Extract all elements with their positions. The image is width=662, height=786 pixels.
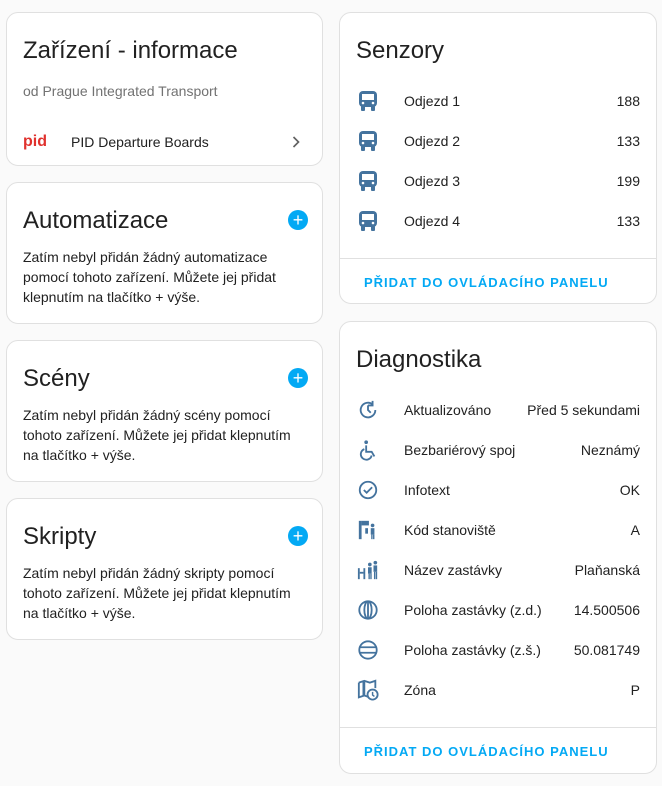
bus-icon <box>356 89 380 113</box>
sensor-row[interactable]: Odjezd 4 133 <box>356 201 640 241</box>
sensor-value: 133 <box>616 213 640 229</box>
diagnostics-divider <box>340 727 656 728</box>
update-icon <box>356 398 380 422</box>
sensor-label: Odjezd 2 <box>404 133 461 149</box>
integration-name: PID Departure Boards <box>71 134 209 150</box>
add-scene-button[interactable]: + <box>288 368 308 388</box>
bus-icon <box>356 129 380 153</box>
sensor-value: 133 <box>616 133 640 149</box>
diagnostic-value: 14.500506 <box>573 602 640 618</box>
diagnostic-row[interactable]: Název zastávky Plaňanská <box>356 550 640 590</box>
diagnostic-value: 50.081749 <box>573 642 640 658</box>
manufacturer-text: od Prague Integrated Transport <box>23 83 218 99</box>
sensors-title: Senzory <box>356 37 445 64</box>
scenes-title: Scény <box>23 365 90 392</box>
sensors-add-to-dashboard-button[interactable]: PŘIDAT DO OVLÁDACÍHO PANELU <box>364 275 609 290</box>
sensor-row[interactable]: Odjezd 3 199 <box>356 161 640 201</box>
diagnostic-label: Název zastávky <box>404 562 503 578</box>
device-info-title: Zařízení - informace <box>23 37 238 64</box>
bus-icon <box>356 169 380 193</box>
diagnostic-label: Bezbariérový spoj <box>404 442 516 458</box>
wheelchair-icon <box>356 438 380 462</box>
diagnostic-value: P <box>630 682 640 698</box>
sensor-label: Odjezd 3 <box>404 173 461 189</box>
sensors-card: Senzory Odjezd 1 188 Odjezd 2 133 Odjezd… <box>339 12 657 304</box>
diagnostic-label: Zóna <box>404 682 436 698</box>
sensor-label: Odjezd 4 <box>404 213 461 229</box>
scripts-empty-text: Zatím nebyl přidán žádný skripty pomocí … <box>23 565 291 621</box>
scripts-title: Skripty <box>23 523 97 550</box>
diagnostic-row[interactable]: Infotext OK <box>356 470 640 510</box>
diagnostics-card: Diagnostika Aktualizováno Před 5 sekunda… <box>339 321 657 774</box>
stop-name-icon <box>356 558 380 582</box>
sensor-row[interactable]: Odjezd 1 188 <box>356 81 640 121</box>
latitude-icon <box>356 638 380 662</box>
sensors-divider <box>340 258 656 259</box>
diagnostic-row[interactable]: Zóna P <box>356 670 640 710</box>
sensor-value: 188 <box>616 93 640 109</box>
sensor-row[interactable]: Odjezd 2 133 <box>356 121 640 161</box>
diagnostic-row[interactable]: Kód stanoviště A <box>356 510 640 550</box>
longitude-icon <box>356 598 380 622</box>
scenes-empty-text: Zatím nebyl přidán žádný scény pomocí to… <box>23 407 291 463</box>
diagnostic-row[interactable]: Bezbariérový spoj Neznámý <box>356 430 640 470</box>
diagnostic-row[interactable]: Aktualizováno Před 5 sekundami <box>356 390 640 430</box>
diagnostic-row[interactable]: Poloha zastávky (z.š.) 50.081749 <box>356 630 640 670</box>
add-script-button[interactable]: + <box>288 526 308 546</box>
automations-card: Automatizace + Zatím nebyl přidán žádný … <box>6 182 323 324</box>
map-clock-icon <box>356 678 380 702</box>
stop-code-icon <box>356 518 380 542</box>
scenes-card: Scény + Zatím nebyl přidán žádný scény p… <box>6 340 323 482</box>
diagnostic-value: Plaňanská <box>574 562 640 578</box>
diagnostic-label: Poloha zastávky (z.š.) <box>404 642 541 658</box>
automations-title: Automatizace <box>23 207 169 234</box>
sensor-value: 199 <box>616 173 640 189</box>
add-automation-button[interactable]: + <box>288 210 308 230</box>
sensor-label: Odjezd 1 <box>404 93 461 109</box>
diagnostics-title: Diagnostika <box>356 346 482 373</box>
diagnostic-label: Kód stanoviště <box>404 522 496 538</box>
diagnostic-label: Aktualizováno <box>404 402 492 418</box>
diagnostic-value: OK <box>619 482 640 498</box>
scripts-card: Skripty + Zatím nebyl přidán žádný skrip… <box>6 498 323 640</box>
chevron-right-icon <box>286 132 306 152</box>
integration-link[interactable]: pid PID Departure Boards <box>23 127 306 157</box>
diagnostic-label: Infotext <box>404 482 450 498</box>
diagnostic-label: Poloha zastávky (z.d.) <box>404 602 542 618</box>
diagnostic-value: A <box>630 522 640 538</box>
automations-empty-text: Zatím nebyl přidán žádný automatizace po… <box>23 249 276 305</box>
pid-logo: pid <box>23 133 47 150</box>
device-info-card: Zařízení - informace od Prague Integrate… <box>6 12 323 166</box>
diagnostic-value: Před 5 sekundami <box>527 402 640 418</box>
diagnostic-value: Neznámý <box>580 442 640 458</box>
diagnostic-row[interactable]: Poloha zastávky (z.d.) 14.500506 <box>356 590 640 630</box>
check-circle-icon <box>356 478 380 502</box>
bus-icon <box>356 209 380 233</box>
diagnostics-add-to-dashboard-button[interactable]: PŘIDAT DO OVLÁDACÍHO PANELU <box>364 744 609 759</box>
